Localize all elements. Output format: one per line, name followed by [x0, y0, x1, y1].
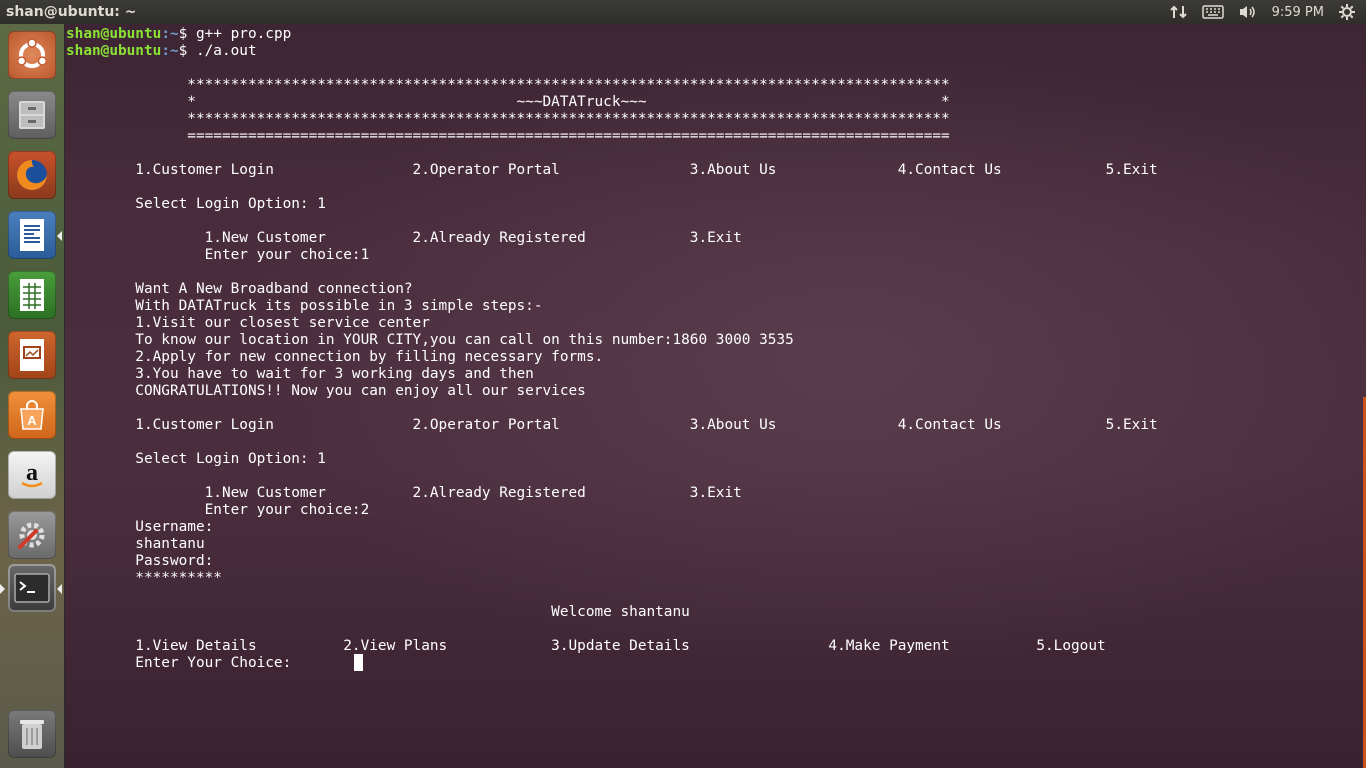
svg-text:a: a: [26, 460, 38, 486]
firefox-launcher[interactable]: [8, 151, 56, 199]
shopping-bag-icon: A: [20, 400, 44, 430]
trash-icon: [20, 720, 44, 749]
presentation-icon: [20, 339, 44, 371]
prompt-symbol: $: [178, 26, 196, 42]
output-line: Welcome shantanu: [66, 604, 690, 620]
command-line-1: shan@ubuntu:~$ g++ pro.cpp: [66, 26, 291, 43]
prompt-user: shan@ubuntu: [66, 43, 162, 59]
output-line: 3.You have to wait for 3 working days an…: [66, 366, 534, 382]
files-launcher[interactable]: [8, 91, 56, 139]
volume-icon[interactable]: [1238, 4, 1258, 20]
running-indicator: [57, 231, 62, 241]
prompt-symbol: $: [178, 43, 196, 59]
output-line: 1.Customer Login 2.Operator Portal 3.Abo…: [66, 417, 1158, 433]
software-center-launcher[interactable]: A: [8, 391, 56, 439]
prompt-path: :~: [161, 26, 179, 42]
libreoffice-calc-launcher[interactable]: [8, 271, 56, 319]
text-cursor: [354, 654, 363, 671]
output-line: shantanu: [66, 536, 205, 552]
settings-gear-icon[interactable]: [1338, 3, 1356, 21]
output-line: 1.Visit our closest service center: [66, 315, 430, 331]
output-line: 2.Apply for new connection by filling ne…: [66, 349, 604, 365]
libreoffice-impress-launcher[interactable]: [8, 331, 56, 379]
network-icon[interactable]: [1169, 4, 1188, 20]
ubuntu-logo-icon: [16, 38, 48, 68]
output-line: ****************************************…: [66, 77, 950, 93]
output-line: CONGRATULATIONS!! Now you can enjoy all …: [66, 383, 586, 399]
output-line: ****************************************…: [66, 111, 950, 127]
firefox-icon: [17, 160, 47, 190]
output-line: Password:: [66, 553, 214, 569]
top-panel: shan@ubuntu: ~ 9:59 PM: [0, 0, 1366, 24]
output-line: Username:: [66, 519, 214, 535]
libreoffice-writer-launcher[interactable]: [8, 211, 62, 259]
wrench-gear-icon: [18, 522, 45, 549]
keyboard-icon[interactable]: [1201, 4, 1224, 20]
prompt-path: :~: [161, 43, 179, 59]
output-line: Enter your choice:2: [66, 502, 370, 518]
command-text: g++ pro.cpp: [195, 26, 292, 42]
output-line: Select Login Option: 1: [66, 451, 326, 467]
spreadsheet-icon: [20, 279, 44, 311]
terminal-icon: [14, 573, 50, 603]
terminal-window[interactable]: shan@ubuntu:~$ g++ pro.cpp shan@ubuntu:~…: [65, 24, 1366, 768]
indicator-area: 9:59 PM: [1169, 0, 1366, 24]
amazon-icon: a: [21, 460, 43, 488]
command-text: ./a.out: [195, 43, 257, 59]
output-line: Want A New Broadband connection?: [66, 281, 413, 297]
output-line: 1.View Details 2.View Plans 3.Update Det…: [66, 638, 1106, 654]
output-line: With DATATruck its possible in 3 simple …: [66, 298, 543, 314]
output-line: **********: [66, 570, 222, 586]
amazon-launcher[interactable]: a: [8, 451, 56, 499]
svg-text:A: A: [27, 413, 37, 428]
output-line: Enter your choice:1: [66, 247, 370, 263]
output-line: Select Login Option: 1: [66, 196, 326, 212]
output-line: ========================================…: [66, 128, 950, 144]
trash-launcher[interactable]: [8, 710, 56, 758]
output-line: * ~~~DATATruck~~~ *: [66, 94, 950, 110]
output-line: Enter Your Choice:: [66, 655, 344, 671]
output-line: 1.New Customer 2.Already Registered 3.Ex…: [66, 485, 742, 501]
system-settings-launcher[interactable]: [8, 511, 56, 559]
output-line: 1.Customer Login 2.Operator Portal 3.Abo…: [66, 162, 1158, 178]
document-icon: [20, 219, 44, 251]
window-title: shan@ubuntu: ~: [6, 4, 137, 20]
terminal-launcher[interactable]: [0, 564, 62, 612]
launcher: A a: [0, 24, 65, 768]
active-window-indicator: [0, 584, 5, 594]
file-cabinet-icon: [19, 101, 45, 129]
clock[interactable]: 9:59 PM: [1272, 5, 1324, 20]
output-line: 1.New Customer 2.Already Registered 3.Ex…: [66, 230, 742, 246]
output-line: To know our location in YOUR CITY,you ca…: [66, 332, 794, 348]
running-indicator: [57, 584, 62, 594]
command-line-2: shan@ubuntu:~$ ./a.out: [66, 43, 257, 60]
prompt-user: shan@ubuntu: [66, 26, 162, 42]
dash-home-button[interactable]: [8, 31, 56, 79]
